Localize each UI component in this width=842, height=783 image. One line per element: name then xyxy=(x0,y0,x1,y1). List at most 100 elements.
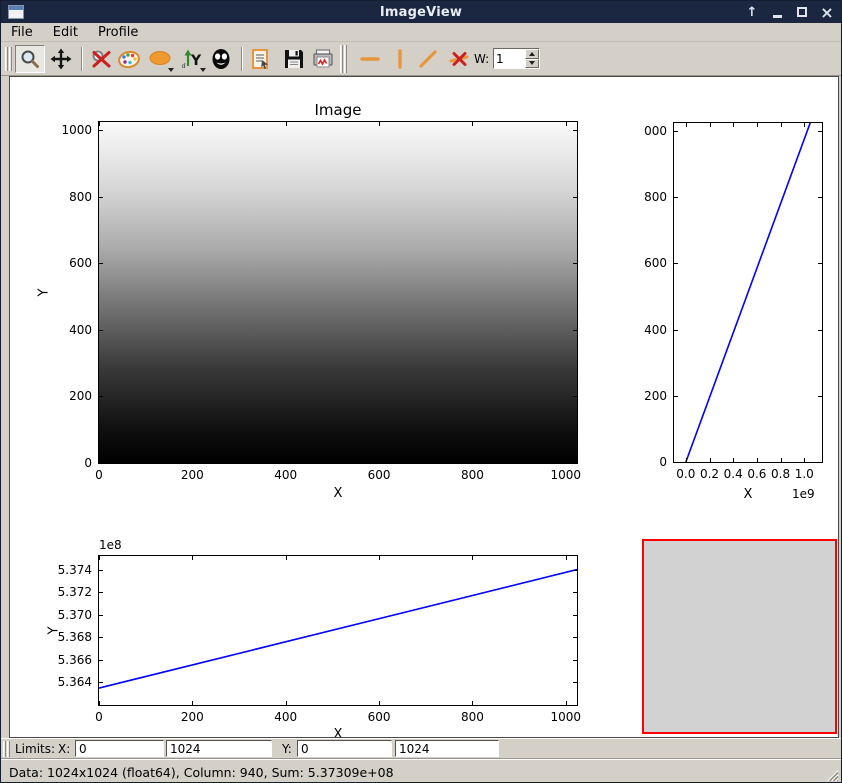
x-tick-label: 0.4 xyxy=(724,467,743,481)
bottom-histogram-canvas[interactable]: 020040060080010005.3645.3665.3685.3705.3… xyxy=(98,555,578,706)
y-tick-mark xyxy=(818,396,822,397)
imageview-window: ImageView ↑ × File Edit Profile xyxy=(0,0,842,783)
y-tick-label: 5.370 xyxy=(58,608,92,622)
window-title: ImageView xyxy=(1,5,841,20)
move-arrows-icon xyxy=(49,47,73,71)
reset-zoom-button[interactable] xyxy=(87,45,115,73)
y-tick-label: 000 xyxy=(644,124,667,138)
limits-label: Limits: xyxy=(15,742,55,756)
x-tick-mark xyxy=(781,123,782,127)
save-button[interactable] xyxy=(280,45,308,73)
mask-ellipse-button[interactable] xyxy=(145,45,175,73)
limits-toolbar-grip[interactable] xyxy=(3,741,10,757)
plot-area: Image Y 02004006008001000020040060080010… xyxy=(9,76,839,738)
y-tick-mark xyxy=(573,592,577,593)
y-axis-direction-button[interactable]: d Y xyxy=(177,45,207,73)
spin-up-button[interactable] xyxy=(525,49,539,59)
x-tick-mark xyxy=(566,701,567,705)
y-tick-mark xyxy=(818,330,822,331)
window-icon[interactable] xyxy=(8,5,24,19)
close-icon[interactable]: × xyxy=(819,4,835,20)
horizontal-profile-button[interactable] xyxy=(356,45,384,73)
clear-profile-button[interactable] xyxy=(445,45,473,73)
x-tick-label: 400 xyxy=(274,468,297,482)
y-max-input[interactable] xyxy=(395,740,499,757)
copy-clipboard-button[interactable] xyxy=(247,45,275,73)
x-tick-mark xyxy=(192,556,193,560)
y-tick-mark xyxy=(674,197,678,198)
minimize-icon[interactable] xyxy=(769,4,785,20)
x-max-input[interactable] xyxy=(166,740,272,757)
maximize-icon[interactable] xyxy=(794,4,810,20)
x-tick-label: 0 xyxy=(95,710,103,724)
toolbar-grip[interactable] xyxy=(5,47,12,71)
print-plot-button[interactable] xyxy=(309,45,337,73)
zoom-button[interactable] xyxy=(15,45,45,73)
bottom-histogram-offset: 1e8 xyxy=(99,538,122,552)
x-tick-label: 0.0 xyxy=(676,467,695,481)
menu-edit[interactable]: Edit xyxy=(51,24,80,41)
x-min-input[interactable] xyxy=(75,740,164,757)
x-tick-mark xyxy=(286,701,287,705)
bottom-histogram-xlabel: X xyxy=(318,727,358,738)
y-tick-label: 5.364 xyxy=(58,675,92,689)
x-tick-mark xyxy=(472,701,473,705)
x-tick-mark xyxy=(286,122,287,126)
x-tick-mark xyxy=(686,458,687,462)
vertical-profile-button[interactable] xyxy=(386,45,414,73)
toolbar-separator xyxy=(81,47,83,71)
svg-text:d: d xyxy=(182,62,186,70)
image-plot-xlabel: X xyxy=(318,486,358,501)
y-tick-label: 5.368 xyxy=(58,630,92,644)
clipboard-icon xyxy=(249,47,273,71)
radar-view[interactable] xyxy=(642,539,837,734)
y-tick-label: 600 xyxy=(644,256,667,270)
image-plot-title: Image xyxy=(288,101,388,119)
title-bar[interactable]: ImageView ↑ × xyxy=(1,1,841,23)
y-tick-label: 800 xyxy=(644,190,667,204)
horizontal-line-icon xyxy=(358,47,382,71)
menu-file[interactable]: File xyxy=(9,24,35,41)
pan-button[interactable] xyxy=(46,45,76,73)
x-tick-label: 800 xyxy=(461,710,484,724)
y-tick-mark xyxy=(99,330,103,331)
svg-text:Y: Y xyxy=(190,53,202,69)
palette-icon xyxy=(116,47,142,71)
x-tick-mark xyxy=(286,459,287,463)
vertical-line-icon xyxy=(388,47,412,71)
y-tick-mark xyxy=(573,660,577,661)
y-min-input[interactable] xyxy=(297,740,392,757)
resize-grip-icon[interactable] xyxy=(825,768,839,782)
shade-arrow-icon[interactable]: ↑ xyxy=(744,4,760,20)
x-tick-mark xyxy=(804,458,805,462)
y-tick-mark xyxy=(674,396,678,397)
x-tick-label: 200 xyxy=(181,710,204,724)
y-tick-mark xyxy=(99,637,103,638)
free-line-profile-button[interactable] xyxy=(414,45,442,73)
x-tick-label: 1000 xyxy=(551,468,582,482)
status-bar: Data: 1024x1024 (float64), Column: 940, … xyxy=(1,758,841,783)
image-plot-canvas[interactable]: 0200400600800100002004006008001000 xyxy=(98,121,578,464)
magnifier-icon xyxy=(18,47,42,71)
x-tick-mark xyxy=(686,123,687,127)
y-tick-mark xyxy=(674,263,678,264)
x-tick-mark xyxy=(710,458,711,462)
side-histogram-canvas[interactable]: 0.00.20.40.60.81.00200400600800000 xyxy=(673,122,823,463)
colormap-button[interactable] xyxy=(115,45,143,73)
y-tick-mark xyxy=(818,131,822,132)
menu-profile[interactable]: Profile xyxy=(96,24,140,41)
profile-width-input[interactable] xyxy=(494,49,525,68)
y-tick-mark xyxy=(674,462,678,463)
profile-width-label: W: xyxy=(474,52,489,66)
x-tick-label: 800 xyxy=(461,468,484,482)
mask-tools-button[interactable] xyxy=(207,45,235,73)
profile-toolbar-grip[interactable] xyxy=(340,45,347,73)
x-tick-mark xyxy=(781,458,782,462)
spin-down-button[interactable] xyxy=(525,59,539,69)
side-histogram-offset: 1e9 xyxy=(792,487,815,501)
y-tick-mark xyxy=(99,615,103,616)
y-tick-mark xyxy=(99,592,103,593)
print-plot-icon xyxy=(311,47,335,71)
y-tick-mark xyxy=(573,615,577,616)
x-tick-mark xyxy=(710,123,711,127)
